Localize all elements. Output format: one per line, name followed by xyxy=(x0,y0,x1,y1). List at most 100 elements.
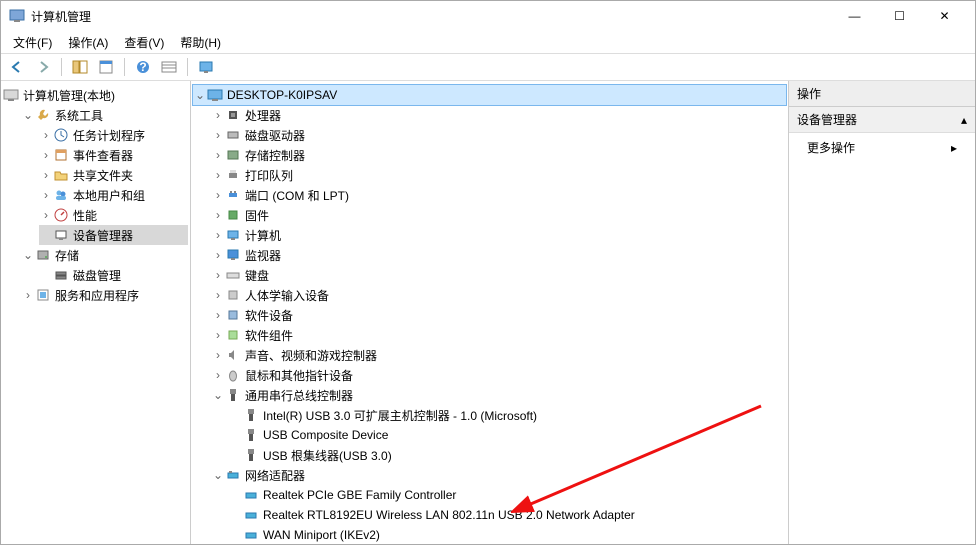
tree-storage[interactable]: ⌄ 存储 xyxy=(21,245,188,265)
network-icon xyxy=(243,527,259,543)
cat-keyboards[interactable]: ›键盘 xyxy=(211,265,786,285)
expand-icon[interactable]: › xyxy=(211,349,225,361)
menu-action[interactable]: 操作(A) xyxy=(62,32,114,53)
expand-icon[interactable]: › xyxy=(39,149,53,161)
tree-task-scheduler[interactable]: ›任务计划程序 xyxy=(39,125,188,145)
left-pane: 计算机管理(本地) ⌄ 系统工具 ›任务计划程序 ›事件查看器 ›共享文件夹 xyxy=(1,81,191,544)
more-actions-link[interactable]: 更多操作 ▸ xyxy=(789,133,975,162)
app-icon xyxy=(9,8,25,24)
expand-icon[interactable]: › xyxy=(39,169,53,181)
close-button[interactable]: ✕ xyxy=(922,1,967,31)
cat-usb-controllers[interactable]: ⌄通用串行总线控制器 xyxy=(211,385,786,405)
net-adapter-2[interactable]: Realtek RTL8192EU Wireless LAN 802.11n U… xyxy=(229,505,786,525)
tree-performance[interactable]: ›性能 xyxy=(39,205,188,225)
collapse-icon[interactable]: ⌄ xyxy=(21,109,35,121)
expand-icon[interactable]: › xyxy=(211,249,225,261)
titlebar: 计算机管理 — ☐ ✕ xyxy=(1,1,975,31)
expand-icon[interactable]: › xyxy=(211,309,225,321)
maximize-button[interactable]: ☐ xyxy=(877,1,922,31)
device-root[interactable]: ⌄ DESKTOP-K0IPSAV xyxy=(193,85,786,105)
menu-view[interactable]: 查看(V) xyxy=(118,32,170,53)
cat-network-adapters[interactable]: ⌄网络适配器 xyxy=(211,465,786,485)
tree-local-users[interactable]: ›本地用户和组 xyxy=(39,185,188,205)
cat-hid[interactable]: ›人体学输入设备 xyxy=(211,285,786,305)
forward-button[interactable] xyxy=(31,56,55,78)
expand-icon[interactable]: › xyxy=(211,209,225,221)
port-icon xyxy=(225,187,241,203)
cat-soft-components[interactable]: ›软件组件 xyxy=(211,325,786,345)
actions-header: 操作 xyxy=(789,81,975,107)
folder-share-icon xyxy=(53,167,69,183)
collapse-icon[interactable]: ⌄ xyxy=(211,389,225,401)
usb-icon xyxy=(243,407,259,423)
usb-icon xyxy=(243,447,259,463)
tree-root[interactable]: 计算机管理(本地) xyxy=(3,85,188,105)
expand-icon[interactable]: › xyxy=(211,269,225,281)
tree-system-tools[interactable]: ⌄ 系统工具 xyxy=(21,105,188,125)
minimize-button[interactable]: — xyxy=(832,1,877,31)
toolbar-separator-2 xyxy=(124,58,125,76)
cat-monitors[interactable]: ›监视器 xyxy=(211,245,786,265)
cat-firmware[interactable]: ›固件 xyxy=(211,205,786,225)
cat-ports[interactable]: ›端口 (COM 和 LPT) xyxy=(211,185,786,205)
tree-disk-mgmt[interactable]: 磁盘管理 xyxy=(39,265,188,285)
tree-event-viewer[interactable]: ›事件查看器 xyxy=(39,145,188,165)
expand-icon[interactable]: › xyxy=(211,149,225,161)
expand-icon[interactable]: › xyxy=(211,229,225,241)
menu-help[interactable]: 帮助(H) xyxy=(174,32,227,53)
pc-icon xyxy=(225,227,241,243)
expand-icon[interactable]: › xyxy=(211,189,225,201)
cat-storage-ctrl[interactable]: ›存储控制器 xyxy=(211,145,786,165)
cat-print-queues[interactable]: ›打印队列 xyxy=(211,165,786,185)
storage-icon xyxy=(35,247,51,263)
usb-icon xyxy=(225,387,241,403)
tree-device-manager[interactable]: 设备管理器 xyxy=(39,225,188,245)
actions-section[interactable]: 设备管理器 ▴ xyxy=(789,107,975,133)
expand-icon[interactable]: › xyxy=(39,209,53,221)
properties-button[interactable] xyxy=(94,56,118,78)
sound-icon xyxy=(225,347,241,363)
tree-shared-folders[interactable]: ›共享文件夹 xyxy=(39,165,188,185)
menu-file[interactable]: 文件(F) xyxy=(7,32,58,53)
refresh-button[interactable] xyxy=(194,56,218,78)
expand-icon[interactable]: › xyxy=(211,109,225,121)
usb-device-3[interactable]: USB 根集线器(USB 3.0) xyxy=(229,445,786,465)
cat-mouse[interactable]: ›鼠标和其他指针设备 xyxy=(211,365,786,385)
expand-icon[interactable]: › xyxy=(211,369,225,381)
cat-computers[interactable]: ›计算机 xyxy=(211,225,786,245)
middle-pane: ⌄ DESKTOP-K0IPSAV ›处理器 ›磁盘驱动器 ›存储控制器 ›打印… xyxy=(191,81,789,544)
cat-soft-devices[interactable]: ›软件设备 xyxy=(211,305,786,325)
net-adapter-3[interactable]: WAN Miniport (IKEv2) xyxy=(229,525,786,544)
window-title: 计算机管理 xyxy=(31,8,832,25)
net-adapter-1[interactable]: Realtek PCIe GBE Family Controller xyxy=(229,485,786,505)
collapse-icon[interactable]: ⌄ xyxy=(211,469,225,481)
hdd-icon xyxy=(225,127,241,143)
expand-icon[interactable]: › xyxy=(211,289,225,301)
keyboard-icon xyxy=(225,267,241,283)
expand-icon[interactable]: › xyxy=(39,129,53,141)
expand-icon[interactable]: › xyxy=(211,329,225,341)
usb-device-2[interactable]: USB Composite Device xyxy=(229,425,786,445)
monitor-icon xyxy=(225,247,241,263)
collapse-arrow-icon: ▴ xyxy=(961,113,967,127)
cat-sound[interactable]: ›声音、视频和游戏控制器 xyxy=(211,345,786,365)
mouse-icon xyxy=(225,367,241,383)
event-icon xyxy=(53,147,69,163)
soft-dev-icon xyxy=(225,307,241,323)
cat-processor[interactable]: ›处理器 xyxy=(211,105,786,125)
help-button[interactable]: ? xyxy=(131,56,155,78)
collapse-icon[interactable]: ⌄ xyxy=(193,89,207,101)
usb-device-1[interactable]: Intel(R) USB 3.0 可扩展主机控制器 - 1.0 (Microso… xyxy=(229,405,786,425)
services-icon xyxy=(35,287,51,303)
expand-icon[interactable]: › xyxy=(211,169,225,181)
view-button[interactable] xyxy=(157,56,181,78)
back-button[interactable] xyxy=(5,56,29,78)
expand-icon[interactable]: › xyxy=(211,129,225,141)
users-icon xyxy=(53,187,69,203)
collapse-icon[interactable]: ⌄ xyxy=(21,249,35,261)
expand-icon[interactable]: › xyxy=(39,189,53,201)
tree-services-apps[interactable]: › 服务和应用程序 xyxy=(21,285,188,305)
cat-disk-drives[interactable]: ›磁盘驱动器 xyxy=(211,125,786,145)
expand-icon[interactable]: › xyxy=(21,289,35,301)
show-hide-tree-button[interactable] xyxy=(68,56,92,78)
